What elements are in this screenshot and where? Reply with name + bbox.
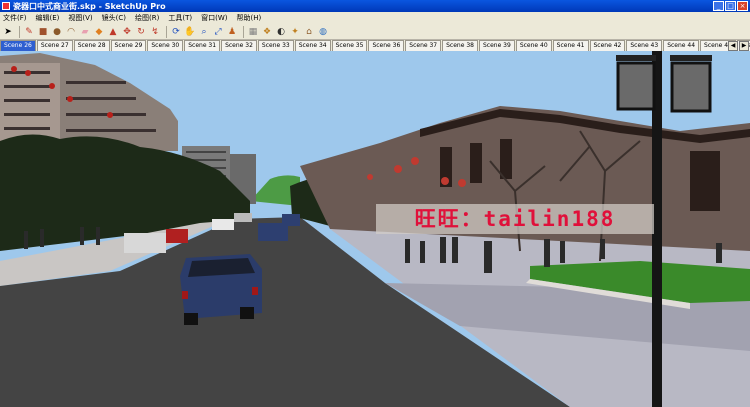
window-controls: _ □ × <box>713 1 748 11</box>
orbit-icon: ⟳ <box>172 26 180 37</box>
zoom-icon: ⌕ <box>201 26 207 37</box>
zoom-extents-icon: ⤢ <box>214 26 222 37</box>
scene-tab[interactable]: Scene 36 <box>368 40 405 51</box>
sketchup-window: 瓷器口中式商业街.skp - SketchUp Pro _ □ × 文件(F) 编… <box>0 0 750 407</box>
orbit-tool-button[interactable]: ⟳ <box>170 26 182 38</box>
move-tool-button[interactable]: ✥ <box>121 26 133 38</box>
scene-tab[interactable]: Scene 31 <box>184 40 221 51</box>
shadow-icon: ◐ <box>277 26 285 37</box>
white-car <box>124 233 166 253</box>
arc-tool-button[interactable]: ◠ <box>65 26 77 38</box>
scene-tab[interactable]: Scene 43 <box>626 40 663 51</box>
scene-scroll-left-button[interactable]: ◀ <box>728 41 738 51</box>
scene-tab[interactable]: Scene 26 <box>0 40 36 51</box>
follow-me-tool-button[interactable]: ↯ <box>149 26 161 38</box>
window-title: 瓷器口中式商业街.skp - SketchUp Pro <box>13 1 166 11</box>
close-button[interactable]: × <box>737 1 748 11</box>
scene-tabs: Scene 26 Scene 27 Scene 28 Scene 29 Scene 30… <box>0 40 750 51</box>
menu-item-6[interactable]: 窗口(W) <box>198 13 233 23</box>
circle-tool-button[interactable]: ● <box>51 26 63 38</box>
warehouse-icon: ⌂ <box>306 26 312 37</box>
push-pull-tool-button[interactable]: ▲ <box>107 26 119 38</box>
minimize-icon: _ <box>716 2 721 10</box>
toolbar-separator <box>243 25 244 38</box>
menu-bar: 文件(F) 编辑(E) 视图(V) 镜头(C) 绘图(R) 工具(T) 窗口(W) 帮助(H) <box>0 12 750 24</box>
scene-tab[interactable]: Scene 41 <box>552 40 589 51</box>
minimize-button[interactable]: _ <box>713 1 724 11</box>
street-lamp-right <box>670 61 712 113</box>
scene-tab[interactable]: Scene 38 <box>442 40 478 51</box>
scene-tab[interactable]: Scene 37 <box>405 40 442 51</box>
menu-item-7[interactable]: 帮助(H) <box>233 13 267 23</box>
menu-item-0[interactable]: 文件(F) <box>0 13 33 23</box>
zoom-tool-button[interactable]: ⌕ <box>198 26 210 38</box>
earth-icon: ◍ <box>319 26 327 37</box>
scene-tab[interactable]: Scene 34 <box>294 40 331 51</box>
street-lamp-left <box>616 61 656 111</box>
scene-tab[interactable]: Scene 33 <box>257 40 294 51</box>
scene-tab[interactable]: Scene 30 <box>147 40 184 51</box>
pan-tool-button[interactable]: ✋ <box>184 26 196 38</box>
blue-suv <box>180 254 262 325</box>
main-toolbar: ➤ ✎ ■ ● ◠ ▰ ◆ ▲ ✥ ↻ ↯ ⟳ ✋ ⌕ ⤢ ♟ ▦ ❖ ◐ ✦ ⌂ ◍ <box>0 24 750 40</box>
zoom-extents-tool-button[interactable]: ⤢ <box>212 26 224 38</box>
shadow-tool-button[interactable]: ◐ <box>275 26 287 38</box>
title-bar: 瓷器口中式商业街.skp - SketchUp Pro _ □ × <box>0 0 750 12</box>
scene-tab[interactable]: Scene 40 <box>515 40 552 51</box>
scene-tab[interactable]: Scene 27 <box>36 40 73 51</box>
circle-icon: ● <box>53 26 61 37</box>
components-icon: ❖ <box>262 26 272 37</box>
walk-tool-button[interactable]: ♟ <box>226 26 238 38</box>
maximize-icon: □ <box>727 2 734 10</box>
toolbar-separator <box>19 25 20 38</box>
scene-tab[interactable]: Scene 28 <box>73 40 110 51</box>
components-tool-button[interactable]: ❖ <box>261 26 273 38</box>
scene-tab[interactable]: Scene 32 <box>221 40 257 51</box>
pencil-tool-button[interactable]: ✎ <box>23 26 35 38</box>
move-icon: ✥ <box>123 26 131 37</box>
menu-item-5[interactable]: 工具(T) <box>165 13 198 23</box>
eraser-icon: ▰ <box>81 26 89 37</box>
scene-scroll-right-button[interactable]: ▶ <box>739 41 749 51</box>
position-camera-icon: ✦ <box>291 26 299 37</box>
eraser-tool-button[interactable]: ▰ <box>79 26 91 38</box>
warehouse-tool-button[interactable]: ⌂ <box>303 26 315 38</box>
arc-icon: ◠ <box>67 26 75 37</box>
rotate-tool-button[interactable]: ↻ <box>135 26 147 38</box>
paint-bucket-icon: ◆ <box>95 26 103 37</box>
rotate-icon: ↻ <box>137 26 145 37</box>
3d-viewport[interactable]: 旺旺：tailin188 <box>0 51 750 407</box>
watermark: 旺旺：tailin188 <box>376 204 654 234</box>
scene-tab[interactable]: Scene 35 <box>331 40 368 51</box>
maximize-button[interactable]: □ <box>725 1 736 11</box>
menu-item-3[interactable]: 镜头(C) <box>99 13 132 23</box>
select-icon: ➤ <box>4 26 12 37</box>
section-plane-icon: ▦ <box>248 26 258 37</box>
section-plane-tool-button[interactable]: ▦ <box>247 26 259 38</box>
push-pull-icon: ▲ <box>109 26 117 37</box>
paint-bucket-tool-button[interactable]: ◆ <box>93 26 105 38</box>
sketchup-app-icon <box>2 2 10 10</box>
close-icon: × <box>739 2 746 10</box>
menu-item-2[interactable]: 视图(V) <box>65 13 98 23</box>
rectangle-tool-button[interactable]: ■ <box>37 26 49 38</box>
pan-icon: ✋ <box>184 26 196 37</box>
scene-tab[interactable]: Scene 42 <box>589 40 626 51</box>
scene-tab[interactable]: Scene 39 <box>478 40 515 51</box>
scene-tab[interactable]: Scene 29 <box>110 40 147 51</box>
scene-tab-scroll: ◀ ▶ <box>728 41 749 51</box>
toolbar-separator <box>166 25 167 38</box>
follow-me-icon: ↯ <box>151 26 159 37</box>
menu-item-1[interactable]: 编辑(E) <box>33 13 66 23</box>
pencil-icon: ✎ <box>25 26 33 37</box>
select-tool-button[interactable]: ➤ <box>2 26 14 38</box>
earth-tool-button[interactable]: ◍ <box>317 26 329 38</box>
menu-item-4[interactable]: 绘图(R) <box>132 13 165 23</box>
scene-tab[interactable]: Scene 44 <box>663 40 700 51</box>
position-camera-tool-button[interactable]: ✦ <box>289 26 301 38</box>
rectangle-icon: ■ <box>38 26 48 37</box>
walk-icon: ♟ <box>227 26 237 37</box>
